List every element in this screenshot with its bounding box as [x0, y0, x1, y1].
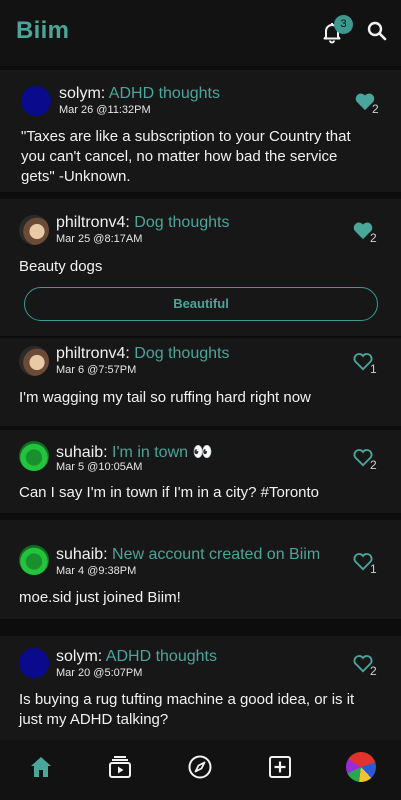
post-header: philtronv4: Dog thoughts — [56, 345, 229, 363]
post-header: solym: ADHD thoughts — [56, 648, 217, 666]
library-icon[interactable] — [107, 754, 133, 780]
reaction-button[interactable]: Beautiful — [24, 287, 378, 321]
like-count: 2 — [372, 102, 379, 116]
post-date: Mar 5 @10:05AM — [56, 461, 143, 473]
avatar[interactable] — [19, 215, 49, 245]
post-header: suhaib: New account created on Biim — [56, 546, 320, 564]
post-date: Mar 26 @11:32PM — [59, 104, 151, 116]
like-button[interactable]: 1 — [352, 551, 382, 577]
post-topic[interactable]: Dog thoughts — [134, 214, 229, 231]
like-count: 1 — [370, 362, 377, 376]
like-count: 2 — [370, 458, 377, 472]
post-username[interactable]: philtronv4: — [56, 214, 130, 231]
post-date: Mar 6 @7:57PM — [56, 364, 137, 376]
post-card[interactable]: suhaib: New account created on Biim Mar … — [0, 520, 401, 620]
avatar[interactable] — [19, 545, 49, 575]
post-body: "Taxes are like a subscription to your C… — [21, 128, 351, 185]
post-body: Is buying a rug tufting machine a good i… — [19, 691, 355, 728]
post-body: Beauty dogs — [19, 258, 103, 275]
search-icon[interactable] — [366, 20, 388, 42]
post-card[interactable]: solym: ADHD thoughts Mar 26 @11:32PM 2 "… — [0, 70, 401, 193]
post-topic[interactable]: ADHD thoughts — [106, 648, 217, 665]
post-card[interactable]: solym: ADHD thoughts Mar 20 @5:07PM 2 Is… — [0, 636, 401, 740]
post-username[interactable]: suhaib: — [56, 546, 108, 563]
like-button[interactable]: 2 — [352, 653, 382, 679]
compass-icon[interactable] — [187, 754, 213, 780]
post-card[interactable]: philtronv4: Dog thoughts Mar 6 @7:57PM 1… — [0, 338, 401, 427]
post-body: Can I say I'm in town if I'm in a city? … — [19, 484, 320, 501]
post-username[interactable]: suhaib: — [56, 444, 108, 461]
post-username[interactable]: solym: — [59, 85, 105, 102]
like-count: 2 — [370, 664, 377, 678]
avatar[interactable] — [19, 441, 49, 471]
post-card[interactable]: philtronv4: Dog thoughts Mar 25 @8:17AM … — [0, 199, 401, 337]
app-logo[interactable]: Biim — [16, 17, 69, 45]
post-topic[interactable]: Dog thoughts — [134, 345, 229, 362]
post-date: Mar 20 @5:07PM — [56, 667, 143, 679]
post-date: Mar 25 @8:17AM — [56, 233, 143, 245]
like-button[interactable]: 2 — [354, 91, 384, 117]
post-username[interactable]: philtronv4: — [56, 345, 130, 362]
avatar[interactable] — [19, 346, 49, 376]
avatar[interactable] — [19, 648, 49, 678]
post-header: philtronv4: Dog thoughts — [56, 214, 229, 232]
post-body: moe.sid just joined Biim! — [19, 589, 181, 606]
notification-badge[interactable]: 3 — [334, 15, 353, 34]
avatar[interactable] — [21, 86, 51, 116]
post-header: suhaib: I'm in town 👀 — [56, 442, 212, 462]
post-topic[interactable]: New account created on Biim — [112, 546, 320, 563]
profile-avatar[interactable] — [346, 752, 376, 782]
plus-square-icon[interactable] — [267, 754, 293, 780]
post-header: solym: ADHD thoughts — [59, 85, 220, 103]
post-topic[interactable]: ADHD thoughts — [109, 85, 220, 102]
post-date: Mar 4 @9:38PM — [56, 565, 137, 577]
like-count: 1 — [370, 562, 377, 576]
bottom-tab-bar — [0, 740, 401, 800]
post-body: I'm wagging my tail so ruffing hard righ… — [19, 389, 311, 406]
like-button[interactable]: 2 — [352, 447, 382, 473]
post-card[interactable]: suhaib: I'm in town 👀 Mar 5 @10:05AM 2 C… — [0, 430, 401, 514]
app-header: Biim 3 — [0, 0, 401, 66]
like-button[interactable]: 1 — [352, 351, 382, 377]
post-username[interactable]: solym: — [56, 648, 102, 665]
like-count: 2 — [370, 231, 377, 245]
home-icon[interactable] — [28, 754, 54, 780]
post-topic[interactable]: I'm in town 👀 — [112, 444, 212, 461]
like-button[interactable]: 2 — [352, 220, 382, 246]
post-feed[interactable]: solym: ADHD thoughts Mar 26 @11:32PM 2 "… — [0, 66, 401, 740]
